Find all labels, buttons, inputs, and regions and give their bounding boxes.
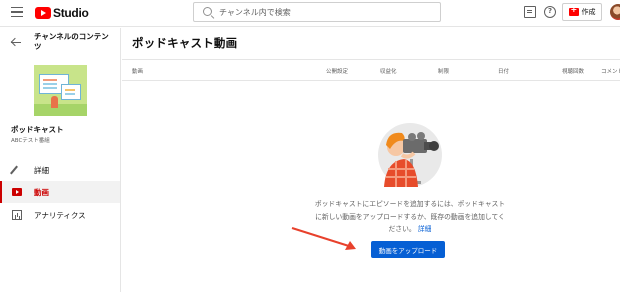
- upload-video-button[interactable]: 動画をアップロード: [371, 241, 445, 258]
- channel-content-title: チャンネルのコンテンツ: [34, 32, 109, 51]
- youtube-play-icon: [35, 7, 51, 19]
- sidebar-item-label: アナリティクス: [34, 210, 86, 220]
- column-header-restrictions[interactable]: 制限: [438, 67, 449, 75]
- page-title: ポッドキャスト動画: [132, 36, 238, 50]
- empty-state-illustration: [378, 123, 442, 187]
- search-icon[interactable]: [203, 7, 212, 16]
- search-box[interactable]: [193, 2, 441, 22]
- pencil-icon: [10, 165, 18, 175]
- video-icon: [12, 188, 22, 196]
- podcast-thumbnail[interactable]: [34, 65, 87, 116]
- column-header-monetization[interactable]: 収益化: [380, 67, 397, 75]
- avatar[interactable]: [610, 4, 620, 20]
- search-input[interactable]: [219, 4, 429, 20]
- sidebar: チャンネルのコンテンツ ポッドキャスト ABCテスト番組 詳細 動画 アナリティ…: [0, 28, 121, 292]
- help-icon[interactable]: ?: [544, 6, 556, 18]
- podcast-name: ポッドキャスト: [11, 125, 64, 134]
- column-header-date[interactable]: 日付: [498, 67, 509, 75]
- column-header-video[interactable]: 動画: [132, 67, 143, 75]
- studio-logo[interactable]: Studio: [35, 6, 89, 20]
- annotation-arrow-icon: [291, 227, 356, 250]
- column-header-comments[interactable]: コメント: [601, 67, 620, 75]
- sidebar-item-videos[interactable]: 動画: [0, 181, 120, 203]
- youtube-studio-page: Studio ? 作成 チャンネルのコンテンツ ポッドキャスト ABCテスト番組…: [0, 0, 620, 292]
- details-link[interactable]: 詳細: [418, 225, 432, 233]
- sidebar-item-analytics[interactable]: アナリティクス: [0, 204, 120, 226]
- create-button[interactable]: 作成: [562, 3, 602, 21]
- analytics-chart-icon: [12, 210, 22, 220]
- podcast-subtitle: ABCテスト番組: [11, 138, 50, 144]
- messages-icon[interactable]: [524, 6, 536, 18]
- column-header-views[interactable]: 視聴回数: [562, 67, 584, 75]
- hamburger-menu-icon[interactable]: [11, 7, 23, 18]
- sidebar-item-label: 動画: [34, 187, 49, 197]
- create-video-icon: [568, 5, 579, 16]
- sidebar-item-details[interactable]: 詳細: [0, 159, 120, 181]
- create-label: 作成: [581, 8, 596, 16]
- sidebar-item-label: 詳細: [34, 165, 49, 175]
- column-header-visibility[interactable]: 公開設定: [326, 67, 348, 75]
- logo-text: Studio: [53, 6, 89, 20]
- top-bar: Studio ? 作成: [0, 0, 620, 27]
- table-header: 動画 公開設定 収益化 制限 日付 視聴回数 コメント: [122, 59, 620, 81]
- back-arrow-icon[interactable]: [11, 38, 21, 47]
